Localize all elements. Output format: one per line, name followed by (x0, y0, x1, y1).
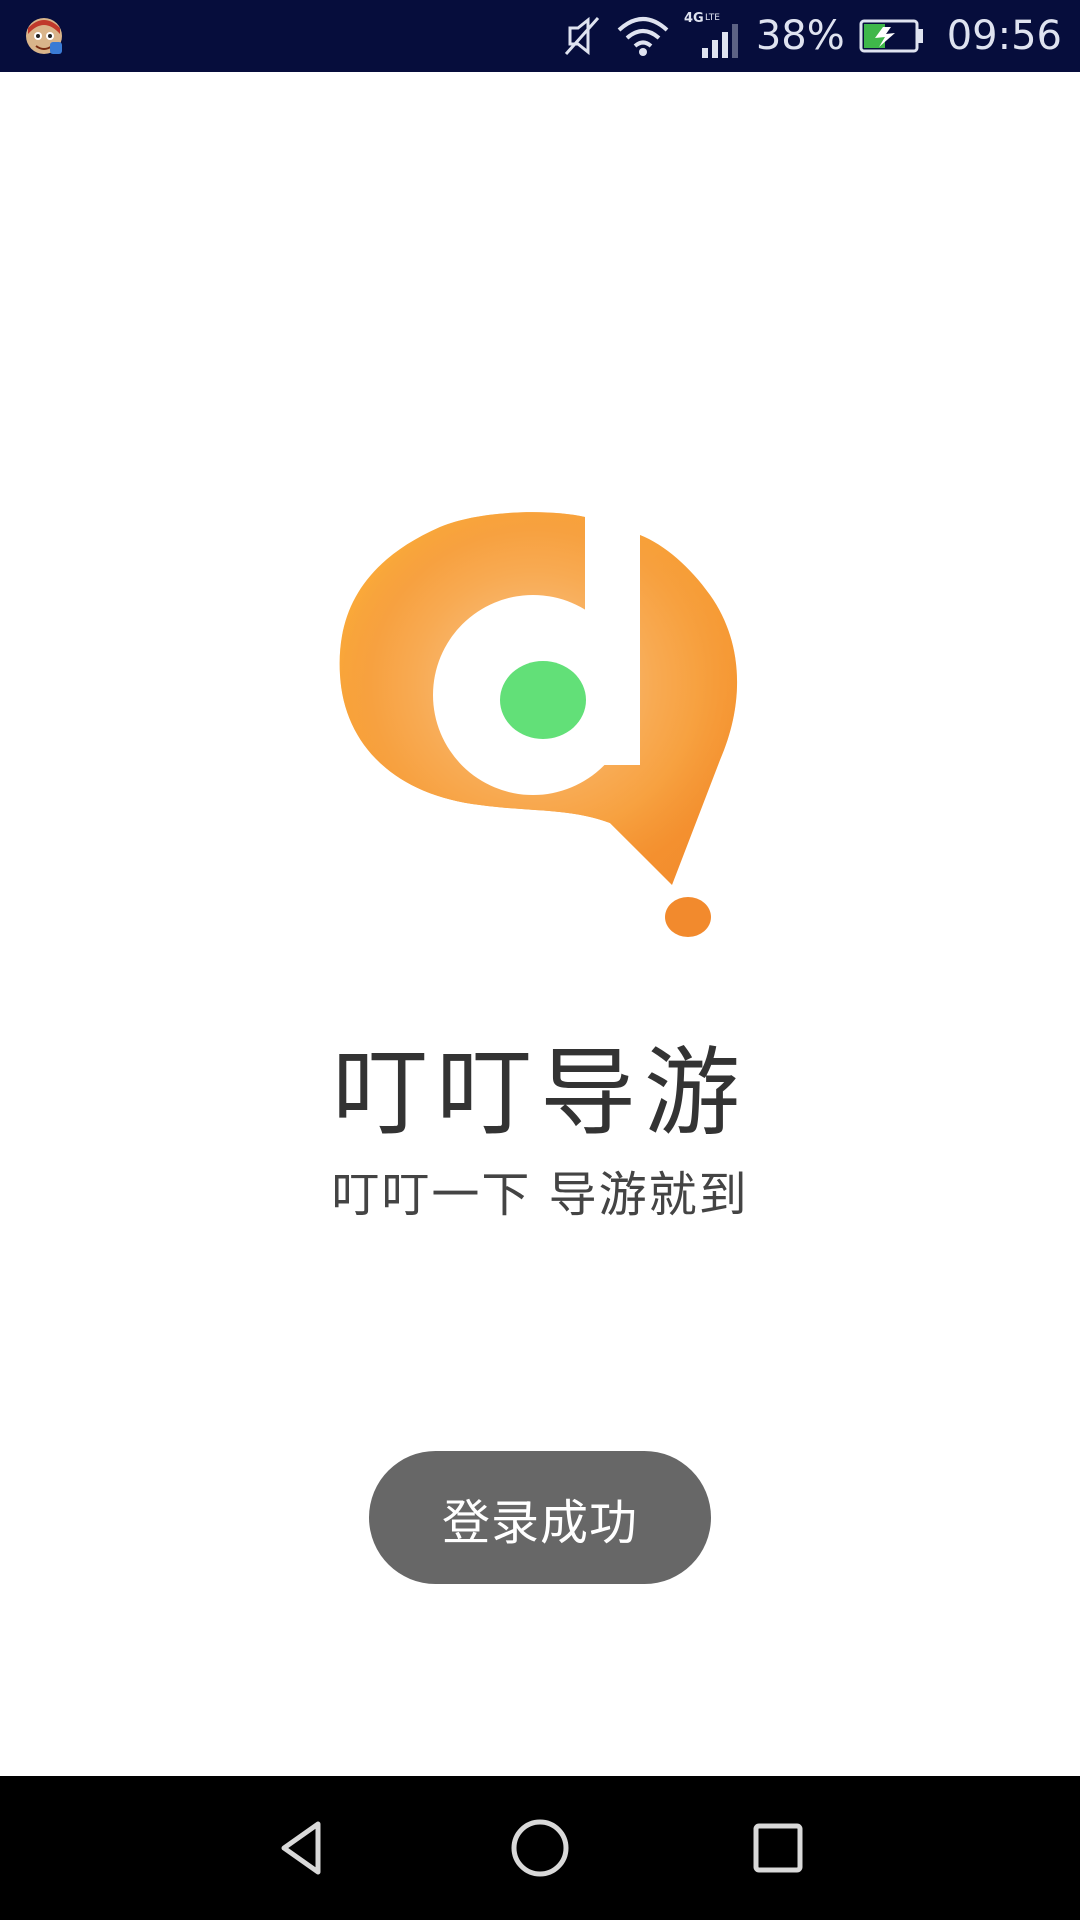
svg-text:4G: 4G (684, 11, 704, 26)
navigation-bar (0, 1776, 1080, 1920)
login-success-toast: 登录成功 (369, 1451, 711, 1584)
signal-icon: 4G LTE (684, 11, 738, 58)
app-slogan: 叮叮一下 导游就到 (331, 1167, 749, 1223)
splash-screen: 4G LTE 38% 09:56 叮叮导游 叮叮一下 导游就到 登录成功 (0, 0, 1080, 1920)
status-bar: 4G LTE 38% 09:56 (0, 0, 1080, 72)
home-icon (511, 1819, 569, 1877)
battery-percent: 38% (755, 13, 845, 59)
toast-message: 登录成功 (441, 1494, 638, 1551)
app-title: 叮叮导游 (332, 1037, 748, 1149)
svg-text:LTE: LTE (705, 13, 720, 23)
recent-apps-button[interactable] (738, 1808, 818, 1888)
app-notification-icon (26, 18, 62, 54)
back-button[interactable] (262, 1808, 342, 1888)
home-button[interactable] (500, 1808, 580, 1888)
mute-icon (564, 16, 599, 56)
clock: 09:56 (946, 13, 1062, 59)
wifi-icon (617, 17, 669, 56)
battery-charging-icon (859, 19, 923, 53)
app-logo-icon (339, 505, 738, 937)
recent-apps-icon (753, 1823, 803, 1873)
back-icon (281, 1821, 321, 1875)
